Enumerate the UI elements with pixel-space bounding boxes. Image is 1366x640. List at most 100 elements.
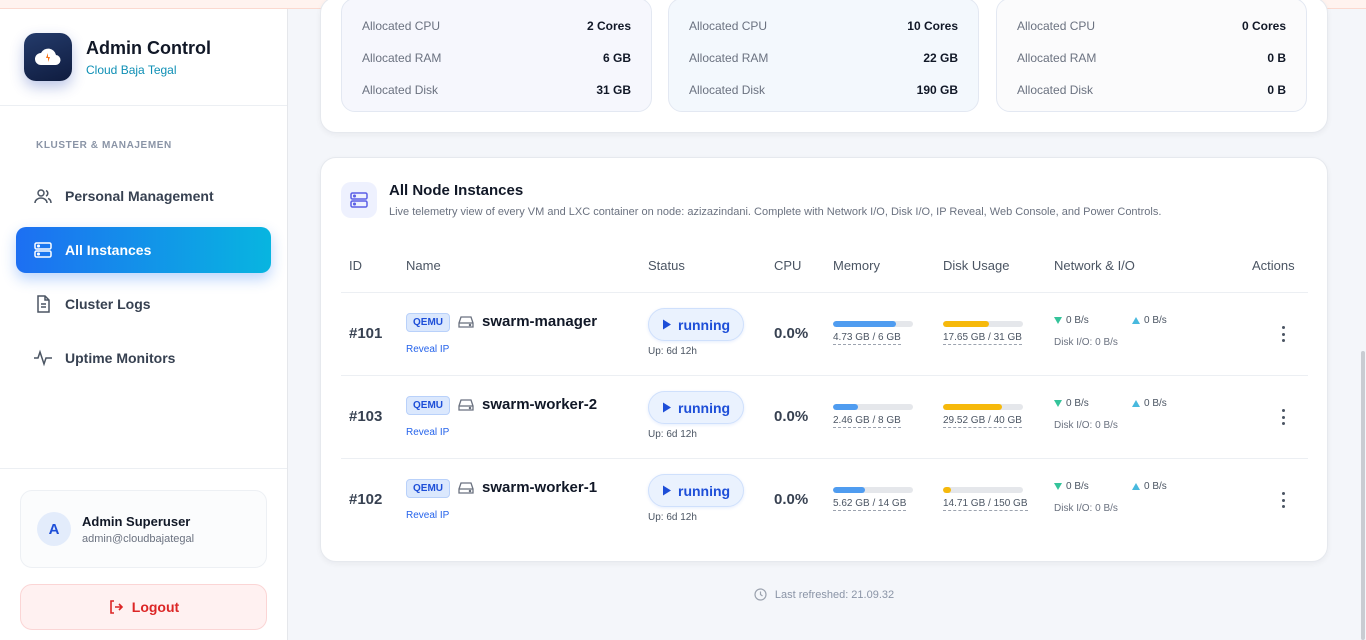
arrow-up-icon bbox=[1132, 317, 1140, 324]
disk-label: Allocated Disk bbox=[689, 83, 766, 97]
ram-value: 22 GB bbox=[923, 51, 958, 65]
network-up: 0 B/s bbox=[1132, 315, 1167, 326]
network-down-value: 0 B/s bbox=[1066, 398, 1089, 409]
scrollbar[interactable] bbox=[1360, 9, 1366, 640]
hard-drive-icon bbox=[458, 398, 474, 417]
column-header-disk[interactable]: Disk Usage bbox=[943, 258, 1009, 273]
column-header-name[interactable]: Name bbox=[406, 258, 441, 273]
sidebar-item-label: Uptime Monitors bbox=[65, 350, 176, 366]
memory-text: 4.73 GB / 6 GB bbox=[833, 332, 901, 345]
logout-button[interactable]: Logout bbox=[20, 584, 267, 630]
network-down-value: 0 B/s bbox=[1066, 481, 1089, 492]
hard-drive-icon bbox=[458, 481, 474, 500]
instance-id: #103 bbox=[349, 408, 383, 425]
node-card: Allocated CPU 0 Cores Allocated RAM 0 B Al… bbox=[996, 0, 1307, 112]
activity-icon bbox=[33, 348, 53, 368]
memory-bar bbox=[833, 321, 913, 327]
last-refreshed-text: Last refreshed: 21.09.32 bbox=[774, 588, 895, 601]
cpu-value: 2 Cores bbox=[586, 19, 631, 33]
reveal-ip-link[interactable]: Reveal IP bbox=[406, 510, 449, 521]
user-card[interactable]: A Admin Superuser admin@cloudbajategal bbox=[20, 490, 267, 568]
disk-label: Allocated Disk bbox=[362, 83, 439, 97]
sidebar-item-cluster-logs[interactable]: Cluster Logs bbox=[16, 281, 271, 327]
play-icon bbox=[662, 485, 672, 496]
instance-id: #101 bbox=[349, 325, 383, 342]
ram-label: Allocated RAM bbox=[1017, 51, 1097, 65]
arrow-down-icon bbox=[1054, 400, 1062, 407]
server-icon bbox=[33, 240, 53, 260]
reveal-ip-link[interactable]: Reveal IP bbox=[406, 344, 449, 355]
instance-name[interactable]: swarm-manager bbox=[482, 313, 597, 330]
sidebar: Admin Control Cloud Baja Tegal KLUSTER &… bbox=[0, 9, 288, 640]
type-badge: QEMU bbox=[406, 396, 450, 415]
scrollbar-thumb[interactable] bbox=[1361, 351, 1365, 640]
avatar: A bbox=[37, 512, 71, 546]
sidebar-item-personal-management[interactable]: Personal Management bbox=[16, 173, 271, 219]
brand[interactable]: Admin Control Cloud Baja Tegal bbox=[24, 33, 211, 81]
disk-io: Disk I/O: 0 B/s bbox=[1054, 337, 1118, 348]
memory-text: 5.62 GB / 14 GB bbox=[833, 498, 907, 511]
memory-bar-fill bbox=[833, 404, 858, 410]
column-header-actions: Actions bbox=[1252, 258, 1295, 273]
table-row[interactable]: #103 QEMU swarm-worker-2 Reveal IP runni… bbox=[341, 375, 1308, 458]
column-header-network[interactable]: Network & I/O bbox=[1054, 258, 1135, 273]
cpu-usage: 0.0% bbox=[774, 408, 809, 425]
sidebar-nav: Personal Management All Instances Cluste… bbox=[16, 173, 271, 389]
table-row[interactable]: #101 QEMU swarm-manager Reveal IP runnin… bbox=[341, 292, 1308, 375]
network-up: 0 B/s bbox=[1132, 481, 1167, 492]
instance-name[interactable]: swarm-worker-1 bbox=[482, 479, 597, 496]
sidebar-item-uptime-monitors[interactable]: Uptime Monitors bbox=[16, 335, 271, 381]
node-card: Allocated CPU 2 Cores Allocated RAM 6 GB A… bbox=[341, 0, 652, 112]
network-down-value: 0 B/s bbox=[1066, 315, 1089, 326]
disk-io: Disk I/O: 0 B/s bbox=[1054, 420, 1118, 431]
table-row[interactable]: #102 QEMU swarm-worker-1 Reveal IP runni… bbox=[341, 458, 1308, 541]
sidebar-item-all-instances[interactable]: All Instances bbox=[16, 227, 271, 273]
instance-name[interactable]: swarm-worker-2 bbox=[482, 396, 597, 413]
server-icon bbox=[341, 182, 377, 218]
node-card: Allocated CPU 10 Cores Allocated RAM 22 GB… bbox=[668, 0, 979, 112]
column-header-memory[interactable]: Memory bbox=[833, 258, 880, 273]
status-badge[interactable]: running bbox=[648, 308, 745, 341]
memory-bar bbox=[833, 404, 913, 410]
reveal-ip-link[interactable]: Reveal IP bbox=[406, 427, 449, 438]
network-down: 0 B/s bbox=[1054, 481, 1089, 492]
cpu-value: 0 Cores bbox=[1241, 19, 1286, 33]
status-badge[interactable]: running bbox=[648, 474, 745, 507]
column-header-cpu[interactable]: CPU bbox=[774, 258, 801, 273]
panel-subtitle: Live telemetry view of every VM and LXC … bbox=[389, 206, 1162, 218]
brand-title: Admin Control bbox=[86, 38, 211, 58]
instance-id: #102 bbox=[349, 491, 383, 508]
disk-value: 31 GB bbox=[596, 83, 631, 97]
more-actions-icon[interactable] bbox=[1274, 408, 1292, 426]
more-actions-icon[interactable] bbox=[1274, 325, 1292, 343]
ram-value: 0 B bbox=[1267, 51, 1286, 65]
network-down: 0 B/s bbox=[1054, 398, 1089, 409]
sidebar-item-label: Cluster Logs bbox=[65, 296, 151, 312]
type-badge: QEMU bbox=[406, 313, 450, 332]
divider bbox=[0, 105, 287, 106]
type-badge: QEMU bbox=[406, 479, 450, 498]
disk-text: 29.52 GB / 40 GB bbox=[943, 415, 1022, 428]
sidebar-item-label: All Instances bbox=[65, 242, 152, 258]
node-summary-panel: Allocated CPU 2 Cores Allocated RAM 6 GB A… bbox=[320, 0, 1328, 133]
uptime-text: Up: 6d 12h bbox=[648, 429, 697, 440]
memory-text: 2.46 GB / 8 GB bbox=[833, 415, 901, 428]
memory-bar-fill bbox=[833, 321, 897, 327]
cpu-value: 10 Cores bbox=[907, 19, 958, 33]
more-actions-icon[interactable] bbox=[1274, 491, 1292, 509]
status-badge[interactable]: running bbox=[648, 391, 745, 424]
network-down: 0 B/s bbox=[1054, 315, 1089, 326]
disk-text: 14.71 GB / 150 GB bbox=[943, 498, 1028, 511]
ram-value: 6 GB bbox=[602, 51, 631, 65]
hard-drive-icon bbox=[458, 315, 474, 334]
divider bbox=[0, 468, 287, 469]
column-header-status[interactable]: Status bbox=[648, 258, 685, 273]
logout-icon bbox=[108, 599, 124, 615]
arrow-down-icon bbox=[1054, 483, 1062, 490]
disk-bar bbox=[943, 404, 1023, 410]
disk-bar-fill bbox=[943, 404, 1003, 410]
arrow-down-icon bbox=[1054, 317, 1062, 324]
memory-bar bbox=[833, 487, 913, 493]
column-header-id[interactable]: ID bbox=[349, 258, 362, 273]
disk-bar bbox=[943, 487, 1023, 493]
